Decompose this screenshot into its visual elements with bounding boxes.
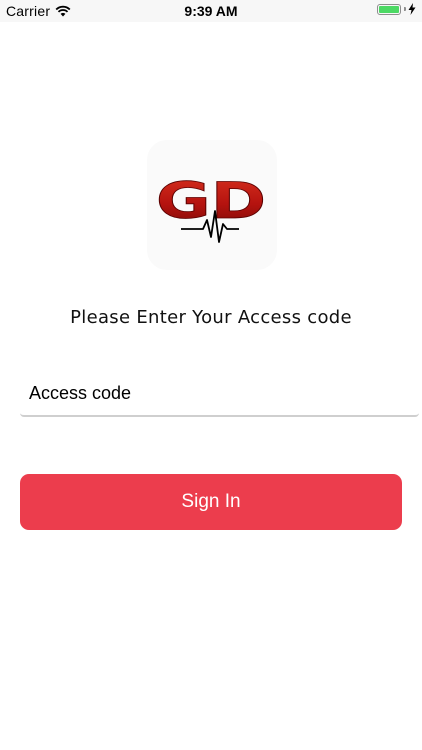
access-code-prompt: Please Enter Your Access code xyxy=(70,307,352,328)
battery-icon xyxy=(377,3,401,15)
gd-heartbeat-logo-icon: GD xyxy=(156,172,266,243)
status-bar: Carrier 9:39 AM xyxy=(0,0,422,22)
access-code-field-container xyxy=(20,371,419,417)
app-logo: GD xyxy=(147,140,277,270)
battery-cap xyxy=(404,7,406,11)
access-code-input[interactable] xyxy=(20,371,419,415)
battery-group xyxy=(377,3,416,15)
battery-level xyxy=(379,5,399,13)
logo-text: GD xyxy=(156,172,266,230)
sign-in-button[interactable]: Sign In xyxy=(20,474,402,530)
charging-bolt-icon xyxy=(408,3,416,15)
status-time: 9:39 AM xyxy=(184,3,238,19)
